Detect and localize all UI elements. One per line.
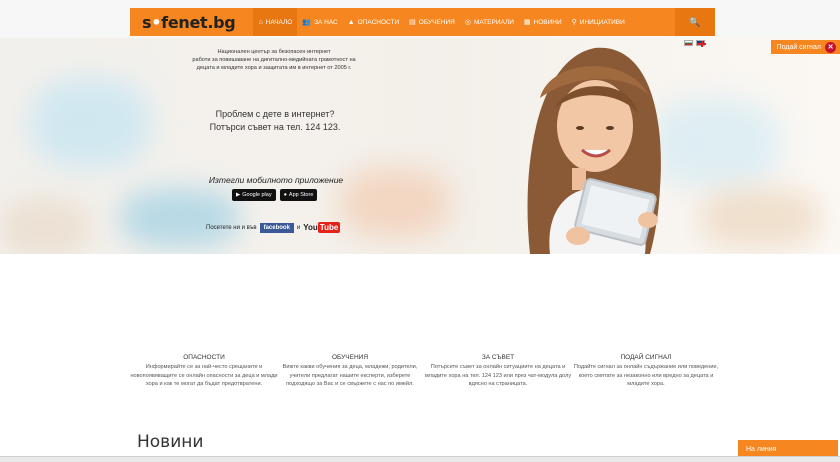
home-icon: ⌂ bbox=[258, 18, 263, 26]
news-icon: ▦ bbox=[523, 19, 531, 26]
youtube-link[interactable]: You Tube bbox=[303, 222, 341, 233]
status-bar bbox=[0, 456, 840, 462]
background-blur bbox=[0, 198, 90, 254]
feature-description: Информирайте се за най-често срещаните и… bbox=[130, 364, 278, 388]
helpline-phone: Потърси съвет на тел. 124 123. bbox=[209, 122, 341, 132]
materials-icon: ◎ bbox=[464, 19, 471, 26]
search-button[interactable]: 🔍 bbox=[675, 8, 715, 36]
app-download-title: Изтегли мобилното приложение bbox=[208, 175, 344, 185]
youtube-you: You bbox=[303, 223, 318, 232]
app-store-button[interactable]: ● App Store bbox=[279, 189, 318, 201]
nav-item-home[interactable]: ⌂ НАЧАЛО bbox=[253, 8, 298, 36]
logo-dot: • bbox=[151, 12, 162, 32]
hero-intro: Национален център за безопасен интернет … bbox=[170, 48, 378, 72]
feature-description: Потърсете съвет за онлайн ситуациите на … bbox=[424, 364, 572, 388]
users-icon: 👥 bbox=[302, 19, 312, 26]
nav-item-label: ИНИЦИАТИВИ bbox=[579, 18, 625, 26]
nav-item-news[interactable]: ▦ НОВИНИ bbox=[519, 8, 567, 36]
feature-title: ЗА СЪВЕТ bbox=[481, 354, 515, 361]
intro-line: децата и младите хора и защитата им в ин… bbox=[196, 65, 352, 71]
feature-title: ОБУЧЕНИЯ bbox=[331, 354, 369, 361]
and-text: и bbox=[296, 224, 301, 231]
play-icon: ▶ bbox=[236, 192, 241, 198]
logo-prefix: s bbox=[142, 12, 152, 32]
apple-icon: ● bbox=[283, 192, 287, 198]
news-heading: Новини bbox=[137, 432, 204, 452]
search-icon: 🔍 bbox=[689, 16, 701, 27]
report-tab-label: Подай сигнал bbox=[776, 43, 821, 51]
feature-title: ПОДАЙ СИГНАЛ bbox=[620, 354, 672, 361]
app-store-badges: ▶ Google play ● App Store bbox=[232, 189, 318, 201]
intro-line: Национален център за безопасен интернет bbox=[217, 49, 331, 55]
social-links: Посетете ни и във facebook и You Tube bbox=[206, 222, 341, 233]
main-navbar: s•fenet.bg ⌂ НАЧАЛО 👥 ЗА НАС ▲ ОПАСНОСТИ… bbox=[130, 8, 715, 36]
helpline-question: Проблем с дете в интернет? bbox=[215, 109, 335, 119]
nav-item-trainings[interactable]: ▤ ОБУЧЕНИЯ bbox=[404, 8, 460, 36]
flag-en-icon[interactable] bbox=[696, 40, 706, 47]
site-logo[interactable]: s•fenet.bg bbox=[130, 13, 253, 32]
nav-item-materials[interactable]: ◎ МАТЕРИАЛИ bbox=[460, 8, 519, 36]
nav-item-dangers[interactable]: ▲ ОПАСНОСТИ bbox=[343, 8, 404, 36]
background-blur bbox=[30, 78, 150, 168]
hero-banner: Подай сигнал ✕ Национален център за безо… bbox=[0, 38, 840, 254]
feature-description: Подайте сигнал за онлайн съдържание или … bbox=[573, 364, 719, 388]
background-blur bbox=[120, 188, 240, 248]
top-bar: s•fenet.bg ⌂ НАЧАЛО 👥 ЗА НАС ▲ ОПАСНОСТИ… bbox=[0, 0, 840, 38]
app-store-label: App Store bbox=[288, 192, 314, 198]
pin-icon: ⚲ bbox=[571, 19, 577, 26]
nav-item-label: ЗА НАС bbox=[314, 18, 338, 26]
google-play-label: Google play bbox=[242, 192, 272, 198]
google-play-button[interactable]: ▶ Google play bbox=[232, 189, 276, 201]
page: s•fenet.bg ⌂ НАЧАЛО 👥 ЗА НАС ▲ ОПАСНОСТИ… bbox=[0, 0, 840, 462]
nav-item-label: МАТЕРИАЛИ bbox=[473, 18, 514, 26]
youtube-tube: Tube bbox=[317, 222, 341, 233]
facebook-link[interactable]: facebook bbox=[259, 222, 294, 233]
book-icon: ▤ bbox=[409, 19, 416, 26]
warning-icon: ▲ bbox=[347, 18, 355, 26]
nav-item-label: ОПАСНОСТИ bbox=[357, 18, 400, 26]
nav-item-label: ОБУЧЕНИЯ bbox=[418, 18, 455, 26]
report-signal-tab[interactable]: Подай сигнал ✕ bbox=[770, 40, 840, 54]
background-blur bbox=[700, 188, 820, 248]
logo-suffix: fenet.bg bbox=[161, 12, 236, 32]
hero-helpline: Проблем с дете в интернет? Потърси съвет… bbox=[180, 108, 370, 134]
nav-item-label: НАЧАЛО bbox=[265, 18, 293, 26]
language-switcher bbox=[684, 40, 706, 47]
nav-item-label: НОВИНИ bbox=[533, 18, 562, 26]
visit-text: Посетете ни и във bbox=[206, 224, 257, 231]
nav-item-about[interactable]: 👥 ЗА НАС bbox=[297, 8, 342, 36]
intro-line: работи за повишаване на дигитално-медийн… bbox=[192, 57, 356, 63]
nav-item-initiatives[interactable]: ⚲ ИНИЦИАТИВИ bbox=[567, 8, 630, 36]
flag-bg-icon[interactable] bbox=[684, 40, 693, 46]
feature-title: ОПАСНОСТИ bbox=[183, 354, 225, 361]
girl-with-tablet-image bbox=[527, 47, 661, 254]
close-icon[interactable]: ✕ bbox=[825, 41, 836, 53]
feature-description: Вижте какви обучения за деца, младежи, р… bbox=[282, 364, 418, 388]
